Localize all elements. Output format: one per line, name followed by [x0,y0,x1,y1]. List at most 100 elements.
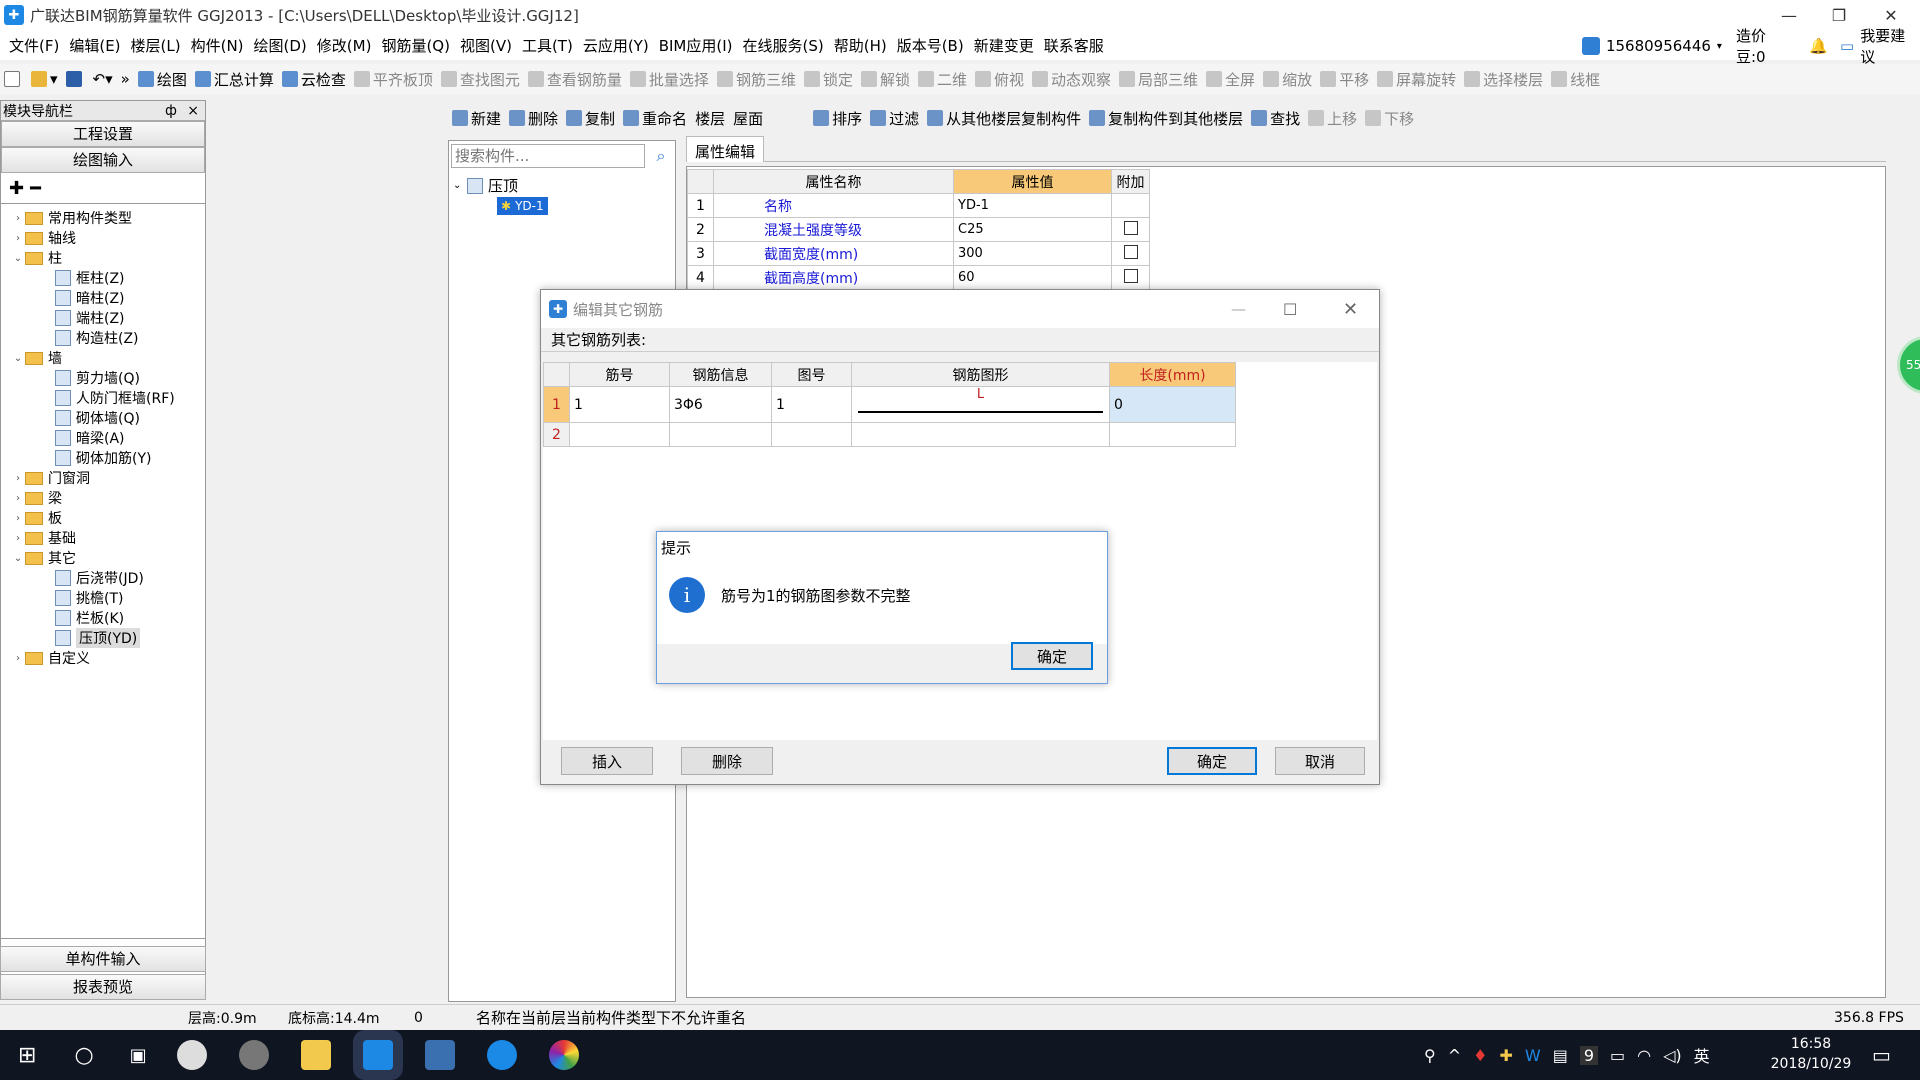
app-pinwheel-icon[interactable] [176,1040,207,1070]
table-row[interactable]: 2 [543,422,1236,447]
toolbar-button[interactable]: 批量选择 [626,69,713,90]
menu-item[interactable]: 帮助(H) [829,35,892,56]
glodon-icon[interactable] [486,1040,517,1070]
person-icon[interactable]: ⚲ [1424,1046,1436,1065]
bar-shape-cell[interactable]: L [851,386,1110,423]
toolbar-button[interactable]: 全屏 [1202,69,1259,90]
bar-no-cell[interactable]: 1 [569,386,670,423]
expand-all-icon[interactable]: ✚ [9,178,24,199]
menu-item[interactable]: 绘图(D) [249,35,312,56]
comp-toolbar-button[interactable]: 新建 [448,108,505,129]
menu-item[interactable]: 构件(N) [186,35,249,56]
tree-item[interactable]: 砌体墙(Q) [55,408,140,428]
open-file-icon[interactable]: ▾ [27,70,62,88]
toolbar-button[interactable]: 屏幕旋转 [1373,69,1460,90]
tray-number[interactable]: 9 [1579,1045,1599,1065]
toolbar-button[interactable]: 查看钢筋量 [524,69,626,90]
toolbar-button[interactable]: 锁定 [800,69,857,90]
account-phone[interactable]: 15680956446 [1606,37,1711,55]
comp-toolbar-button[interactable]: 查找 [1247,108,1304,129]
tree-folder[interactable]: › 轴线 [11,228,76,248]
table-row[interactable]: 3 截面宽度(mm) 300 [687,241,1150,266]
tree-folder[interactable]: ⌄ 墙 [11,348,62,368]
length-cell[interactable]: 0 [1109,386,1236,423]
tree-item[interactable]: 框柱(Z) [55,268,125,288]
undo-icon[interactable]: ↶▾ [89,70,117,88]
figure-no-cell[interactable] [771,422,852,447]
menu-item[interactable]: 视图(V) [455,35,517,56]
toolbar-button[interactable]: 局部三维 [1115,69,1202,90]
tree-folder[interactable]: › 自定义 [11,648,90,668]
table-row[interactable]: 2 混凝土强度等级 C25 [687,217,1150,242]
chevron-down-icon[interactable]: ▾ [1717,41,1722,52]
toolbar-button[interactable]: 解锁 [857,69,914,90]
menu-item[interactable]: 楼层(L) [126,35,186,56]
comp-toolbar-button[interactable]: 复制构件到其他楼层 [1085,108,1247,129]
price-beans[interactable]: 造价豆:0 [1736,25,1795,67]
chevron-right-icon[interactable]: › [11,513,25,524]
windows-start-icon[interactable]: ⊞ [18,1043,36,1068]
tree-folder[interactable]: › 板 [11,508,62,528]
comp-toolbar-button[interactable]: 楼层 [691,108,729,129]
toolbar-button[interactable]: 缩放 [1259,69,1316,90]
extra-checkbox[interactable] [1123,244,1138,259]
ggj-app-icon[interactable] [362,1040,393,1070]
property-value[interactable]: YD-1 [953,193,1112,218]
ok-button[interactable]: 确定 [1167,747,1257,775]
bar-shape-cell[interactable] [851,422,1110,447]
chevron-down-icon[interactable]: ⌄ [453,180,467,191]
tree-item[interactable]: 暗柱(Z) [55,288,125,308]
comp-toolbar-button[interactable]: 下移 [1361,108,1418,129]
suggest-link[interactable]: 我要建议 [1860,25,1920,67]
table-row[interactable]: 4 截面高度(mm) 60 [687,265,1150,290]
comp-toolbar-button[interactable]: 屋面 [729,108,809,129]
comp-toolbar-button[interactable]: 过滤 [866,108,923,129]
file-explorer-icon[interactable] [300,1040,331,1070]
search-icon[interactable]: ⌕ [649,144,673,168]
tray-plus-icon[interactable]: ✚ [1499,1046,1512,1065]
tree-item[interactable]: 人防门框墙(RF) [55,388,175,408]
chevron-right-icon[interactable]: › [11,213,25,224]
tree-item[interactable]: 挑檐(T) [55,588,123,608]
toolbar-button[interactable]: 线框 [1547,69,1604,90]
toolbar-button[interactable]: 动态观察 [1028,69,1115,90]
delete-button[interactable]: 删除 [681,747,773,775]
restore-button[interactable]: ❐ [1814,0,1864,30]
wifi-icon[interactable]: ◠ [1637,1046,1651,1065]
chevron-right-icon[interactable]: › [11,653,25,664]
new-file-icon[interactable] [0,71,27,87]
chevron-down-icon[interactable]: ⌄ [11,553,25,564]
bell-icon[interactable]: 🔔 [1809,37,1828,55]
side-badge[interactable]: 55 [1897,336,1920,394]
chevron-up-icon[interactable]: ^ [1448,1046,1461,1065]
tree-folder[interactable]: › 梁 [11,488,62,508]
chevron-right-icon[interactable]: › [11,493,25,504]
menu-item[interactable]: 修改(M) [312,35,377,56]
wps-icon[interactable]: W [1525,1046,1541,1065]
comp-toolbar-button[interactable]: 重命名 [619,108,691,129]
property-value[interactable]: 60 [953,265,1112,290]
more-icon[interactable]: » [117,70,134,88]
nav-report-preview-button[interactable]: 报表预览 [0,974,206,1000]
tree-folder[interactable]: › 常用构件类型 [11,208,132,228]
tree-item[interactable]: 构造柱(Z) [55,328,139,348]
tree-item[interactable]: 后浇带(JD) [55,568,144,588]
table-row[interactable]: 1 名称 YD-1 [687,193,1150,218]
ime-indicator[interactable]: 英 [1694,1043,1710,1067]
close-icon[interactable]: × [187,103,199,119]
search-input[interactable] [452,145,642,167]
menu-item[interactable]: 新建变更 [969,35,1039,56]
extra-checkbox[interactable] [1123,220,1138,235]
tab-property-edit[interactable]: 属性编辑 [686,136,765,162]
menu-item[interactable]: 云应用(Y) [578,35,654,56]
tree-folder[interactable]: › 基础 [11,528,76,548]
close-icon[interactable]: ✕ [1343,299,1358,320]
comp-tree-root[interactable]: ⌄ 压顶 [453,175,518,196]
toolbar-button[interactable]: 平齐板顶 [350,69,437,90]
figure-no-cell[interactable]: 1 [771,386,852,423]
table-row[interactable]: 1 1 3Φ6 1 L 0 [543,386,1236,423]
bar-info-cell[interactable]: 3Φ6 [669,386,772,423]
tree-folder[interactable]: › 门窗洞 [11,468,90,488]
tree-item[interactable]: 砌体加筋(Y) [55,448,151,468]
comp-toolbar-button[interactable]: 排序 [809,108,866,129]
